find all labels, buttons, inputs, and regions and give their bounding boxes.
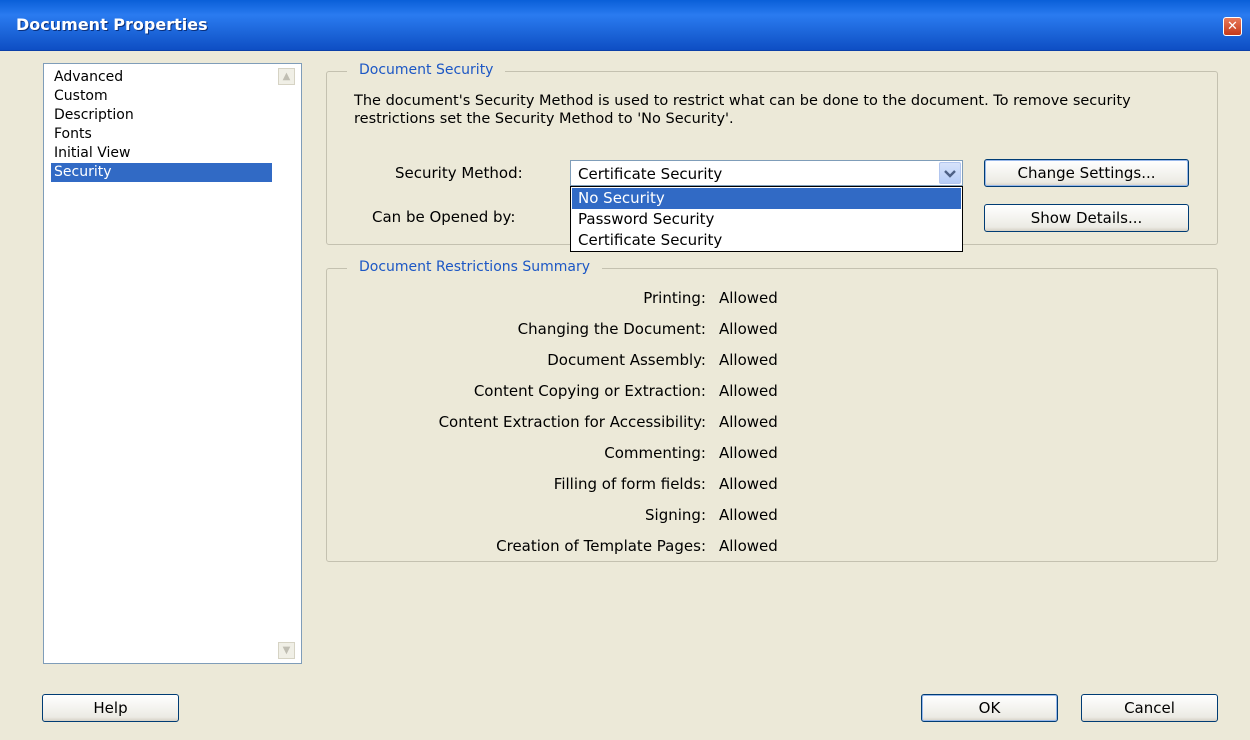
restriction-value: Allowed (719, 506, 778, 524)
document-security-title: Document Security (347, 62, 506, 78)
security-description: The document's Security Method is used t… (354, 93, 1131, 127)
title-bar: Document Properties ✕ (0, 0, 1250, 51)
restriction-label: Printing: (643, 289, 706, 307)
security-method-value: Certificate Security (578, 165, 723, 183)
show-details-button[interactable]: Show Details... (984, 204, 1189, 232)
restriction-value: Allowed (719, 444, 778, 462)
sidebar-item-custom[interactable]: Custom (51, 87, 272, 106)
sidebar-item-advanced[interactable]: Advanced (51, 68, 272, 87)
security-method-select[interactable]: Certificate Security (570, 160, 963, 186)
security-method-label: Security Method: (395, 164, 523, 182)
restriction-value: Allowed (719, 320, 778, 338)
change-settings-button[interactable]: Change Settings... (984, 159, 1189, 187)
sidebar-item-description[interactable]: Description (51, 106, 272, 125)
restriction-value: Allowed (719, 289, 778, 307)
option-no-security[interactable]: No Security (572, 188, 961, 209)
cancel-button[interactable]: Cancel (1081, 694, 1218, 722)
option-password-security[interactable]: Password Security (572, 209, 961, 230)
help-button[interactable]: Help (42, 694, 179, 722)
restriction-label: Content Copying or Extraction: (473, 382, 706, 400)
restriction-label: Commenting: (604, 444, 706, 462)
restriction-value: Allowed (719, 475, 778, 493)
category-list[interactable]: Advanced Custom Description Fonts Initia… (43, 63, 302, 664)
scroll-down-arrow-icon[interactable]: ▼ (278, 642, 295, 659)
restriction-value: Allowed (719, 537, 778, 555)
window-title: Document Properties (16, 15, 208, 34)
restriction-label: Changing the Document: (517, 320, 706, 338)
restriction-value: Allowed (719, 351, 778, 369)
restriction-label: Content Extraction for Accessibility: (438, 413, 706, 431)
close-icon: ✕ (1227, 19, 1238, 34)
ok-button[interactable]: OK (921, 694, 1058, 722)
option-certificate-security[interactable]: Certificate Security (572, 230, 961, 251)
scroll-up-arrow-icon[interactable]: ▲ (278, 68, 295, 85)
restriction-label: Filling of form fields: (553, 475, 706, 493)
sidebar-item-fonts[interactable]: Fonts (51, 125, 272, 144)
restriction-value: Allowed (719, 382, 778, 400)
can-be-opened-by-label: Can be Opened by: (372, 208, 516, 226)
close-button[interactable]: ✕ (1223, 17, 1242, 36)
restriction-label: Signing: (645, 506, 706, 524)
restriction-label: Creation of Template Pages: (496, 537, 706, 555)
security-method-dropdown[interactable]: No Security Password Security Certificat… (570, 186, 963, 252)
restriction-value: Allowed (719, 413, 778, 431)
restrictions-summary-title: Document Restrictions Summary (347, 259, 603, 275)
sidebar-item-security[interactable]: Security (51, 163, 272, 182)
sidebar-item-initial-view[interactable]: Initial View (51, 144, 272, 163)
restriction-label: Document Assembly: (547, 351, 706, 369)
chevron-down-icon[interactable] (939, 162, 961, 184)
